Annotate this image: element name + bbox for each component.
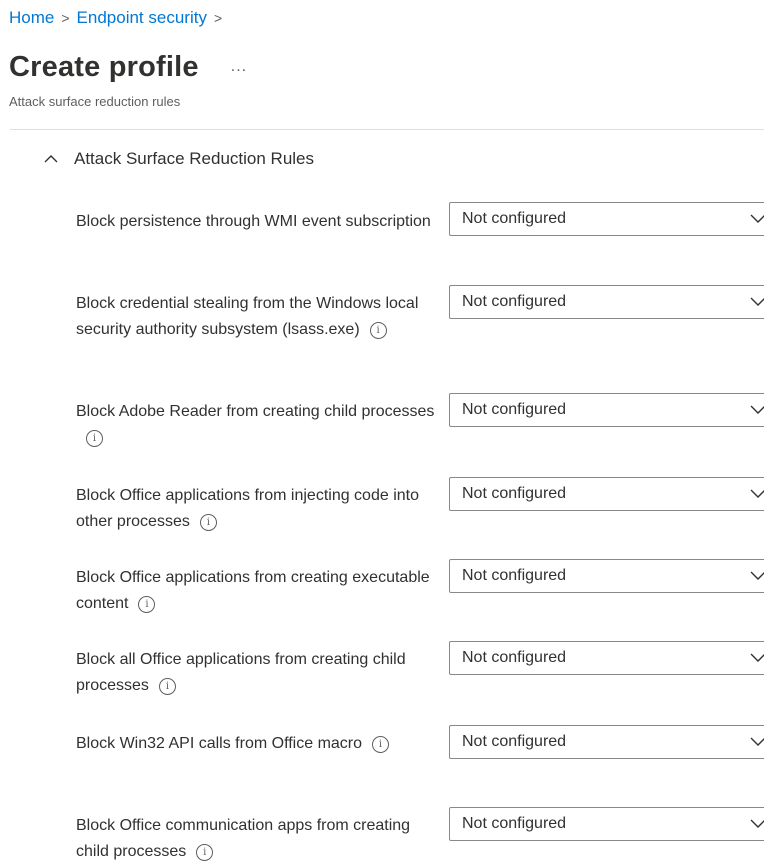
chevron-down-icon (750, 297, 764, 306)
chevron-down-icon (750, 214, 764, 223)
section-divider (10, 129, 764, 130)
info-icon[interactable]: i (158, 678, 176, 695)
dropdown-selected-value: Not configured (462, 815, 567, 832)
chevron-down-icon (750, 653, 764, 662)
dropdown-selected-value: Not configured (462, 401, 567, 418)
chevron-up-icon (44, 155, 58, 163)
rule-setting-dropdown[interactable]: Not configured (449, 202, 764, 236)
rule-label: Block Win32 API calls from Office macro i (76, 731, 436, 757)
more-options-button[interactable]: ... (225, 47, 253, 87)
rule-setting-dropdown[interactable]: Not configured (449, 641, 764, 675)
rule-label-text: Block Office applications from injecting… (76, 487, 419, 530)
dropdown-selected-value: Not configured (462, 733, 567, 750)
rule-setting-dropdown[interactable]: Not configured (449, 393, 764, 427)
rule-label-text: Block Adobe Reader from creating child p… (76, 403, 435, 420)
chevron-down-icon (750, 489, 764, 498)
info-icon[interactable]: i (86, 430, 103, 447)
rule-setting-dropdown[interactable]: Not configured (449, 477, 764, 511)
dropdown-selected-value: Not configured (462, 210, 567, 227)
info-icon[interactable]: i (138, 596, 156, 613)
rule-setting-dropdown[interactable]: Not configured (449, 807, 764, 841)
breadcrumb-separator: > (61, 10, 70, 26)
page-title: Create profile (9, 51, 199, 83)
info-icon[interactable]: i (372, 736, 390, 753)
title-row: Create profile ... (9, 47, 253, 87)
rule-label: Block Office applications from creating … (76, 565, 436, 617)
breadcrumb: Home > Endpoint security > (9, 6, 229, 30)
rule-label: Block all Office applications from creat… (76, 647, 436, 699)
page-subtitle: Attack surface reduction rules (9, 94, 181, 109)
info-icon[interactable]: i (369, 322, 387, 339)
rule-label-text: Block all Office applications from creat… (76, 651, 406, 694)
rule-setting-dropdown[interactable]: Not configured (449, 725, 764, 759)
rule-label: Block persistence through WMI event subs… (76, 209, 436, 235)
rule-label: Block Office communication apps from cre… (76, 813, 436, 865)
rule-label-text: Block Win32 API calls from Office macro (76, 735, 363, 752)
breadcrumb-endpoint-security-link[interactable]: Endpoint security (77, 8, 207, 27)
dropdown-selected-value: Not configured (462, 293, 567, 310)
chevron-down-icon (750, 819, 764, 828)
rule-label: Block Office applications from injecting… (76, 483, 436, 535)
dropdown-selected-value: Not configured (462, 567, 567, 584)
info-icon[interactable]: i (196, 844, 214, 861)
chevron-down-icon (750, 737, 764, 746)
dropdown-selected-value: Not configured (462, 485, 567, 502)
rule-setting-dropdown[interactable]: Not configured (449, 559, 764, 593)
rule-label-text: Block Office communication apps from cre… (76, 817, 411, 860)
breadcrumb-separator: > (213, 10, 223, 26)
section-toggle-attack-surface-reduction-rules[interactable]: Attack Surface Reduction Rules (44, 146, 314, 172)
dropdown-selected-value: Not configured (462, 649, 567, 666)
chevron-down-icon (750, 405, 764, 414)
chevron-down-icon (750, 571, 764, 580)
breadcrumb-home-link[interactable]: Home (9, 8, 54, 27)
rule-label-text: Block Office applications from creating … (76, 569, 430, 612)
rule-label-text: Block credential stealing from the Windo… (76, 295, 419, 338)
rule-label-text: Block persistence through WMI event subs… (76, 213, 431, 230)
rule-label: Block Adobe Reader from creating child p… (76, 399, 436, 451)
section-title: Attack Surface Reduction Rules (74, 149, 315, 168)
rule-setting-dropdown[interactable]: Not configured (449, 285, 764, 319)
rule-label: Block credential stealing from the Windo… (76, 291, 436, 343)
info-icon[interactable]: i (199, 514, 217, 531)
